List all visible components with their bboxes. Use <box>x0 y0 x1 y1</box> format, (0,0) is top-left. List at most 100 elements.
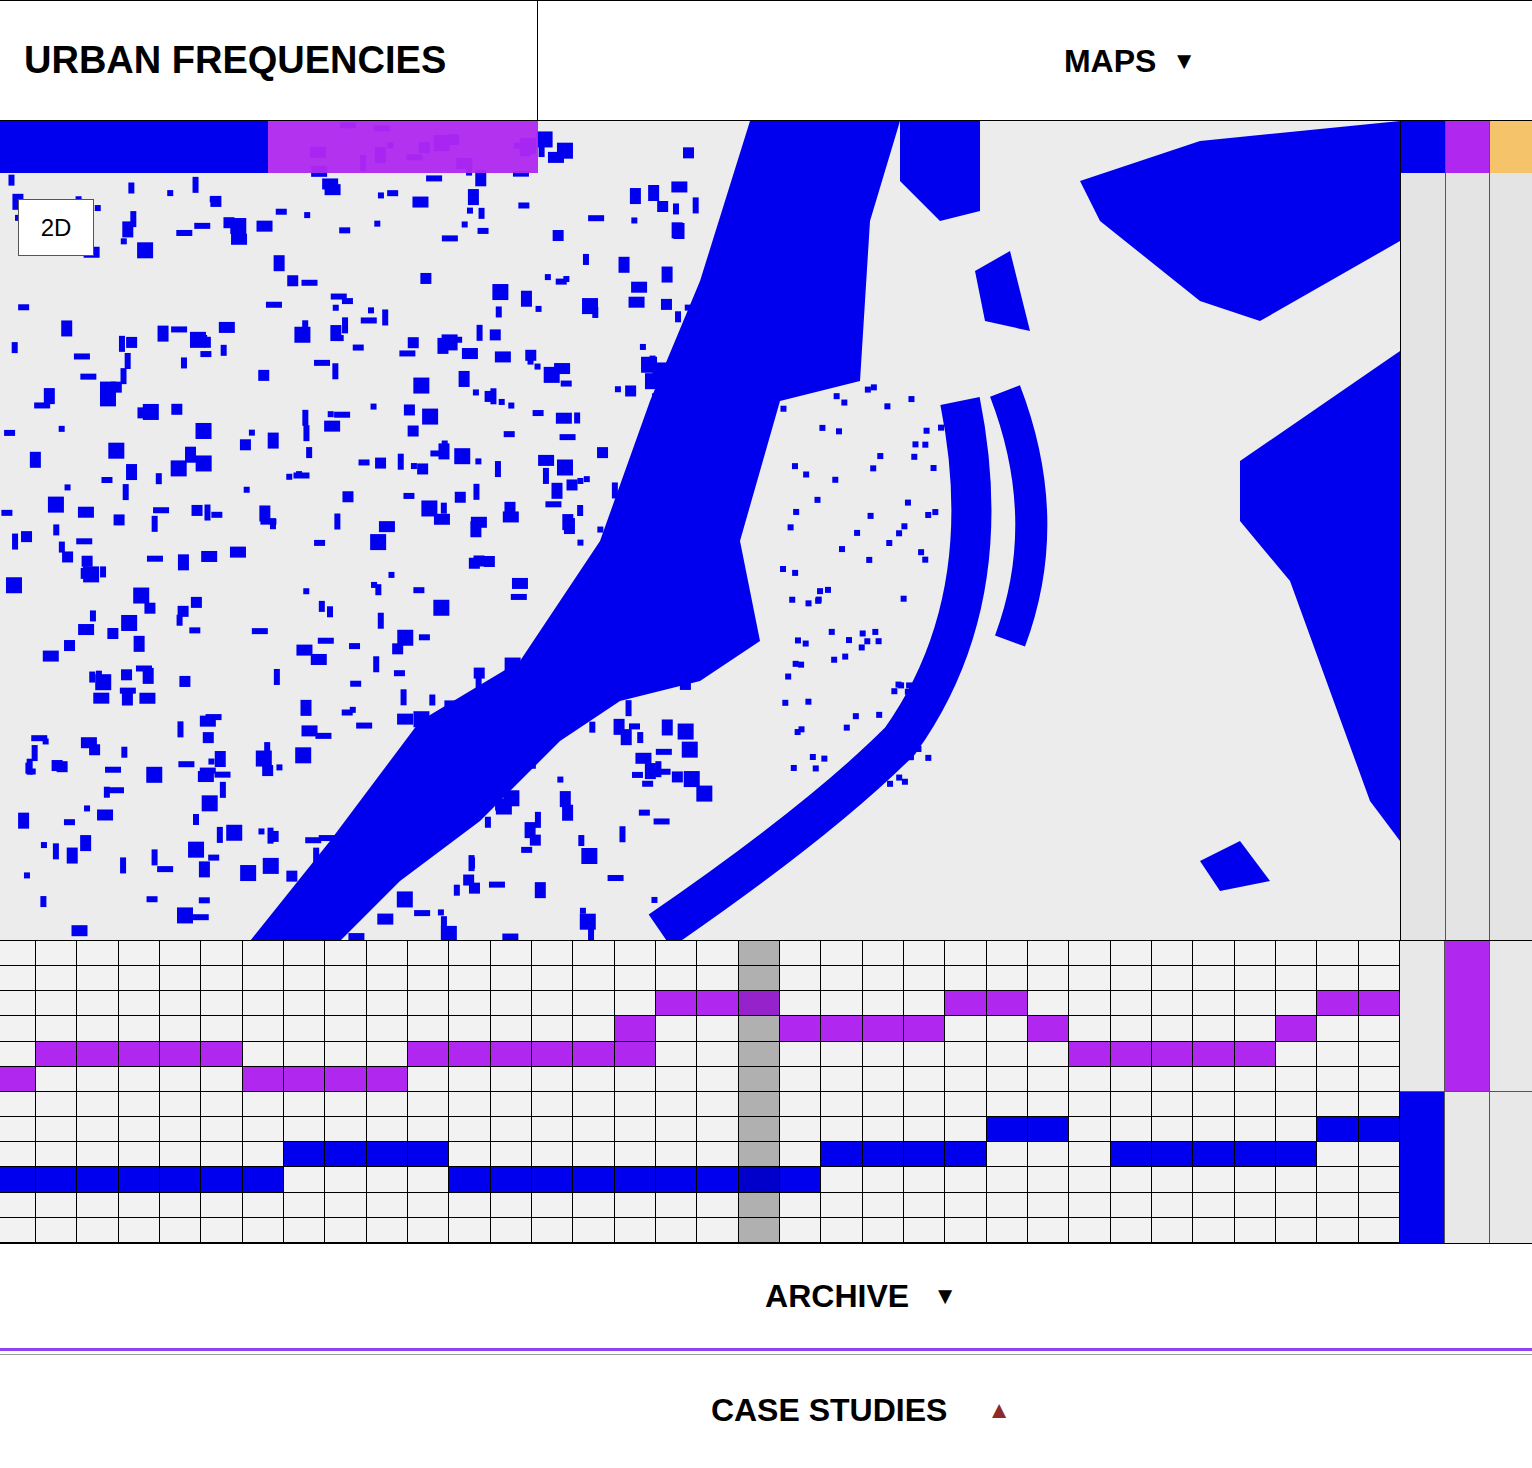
caret-down-icon[interactable]: ▼ <box>1172 43 1196 79</box>
step-cell[interactable] <box>408 966 449 991</box>
step-cell[interactable] <box>739 1218 780 1243</box>
step-cell[interactable] <box>367 991 408 1016</box>
step-cell[interactable] <box>1152 966 1193 991</box>
step-cell[interactable] <box>821 1218 862 1243</box>
step-cell[interactable] <box>987 1117 1028 1142</box>
assignment-cell[interactable] <box>1490 966 1532 991</box>
step-cell[interactable] <box>0 991 36 1016</box>
step-cell[interactable] <box>615 1167 656 1192</box>
step-cell[interactable] <box>1276 1016 1317 1041</box>
step-cell[interactable] <box>243 1117 284 1142</box>
step-cell[interactable] <box>863 1067 904 1092</box>
assignment-cell[interactable] <box>1490 1041 1532 1066</box>
step-cell[interactable] <box>1235 966 1276 991</box>
step-cell[interactable] <box>615 941 656 966</box>
step-cell[interactable] <box>77 991 118 1016</box>
step-cell[interactable] <box>243 991 284 1016</box>
step-cell[interactable] <box>1152 1067 1193 1092</box>
step-cell[interactable] <box>1276 1142 1317 1167</box>
step-cell[interactable] <box>1193 966 1234 991</box>
step-cell[interactable] <box>945 941 986 966</box>
step-cell[interactable] <box>1069 1142 1110 1167</box>
step-cell[interactable] <box>1111 1167 1152 1192</box>
step-cell[interactable] <box>780 1117 821 1142</box>
step-cell[interactable] <box>0 966 36 991</box>
step-cell[interactable] <box>449 1042 490 1067</box>
step-cell[interactable] <box>821 941 862 966</box>
step-cell[interactable] <box>201 966 242 991</box>
step-cell[interactable] <box>0 1142 36 1167</box>
step-cell[interactable] <box>1276 1092 1317 1117</box>
step-cell[interactable] <box>739 1193 780 1218</box>
step-cell[interactable] <box>1276 1193 1317 1218</box>
assignment-cell[interactable] <box>1400 1143 1444 1168</box>
step-cell[interactable] <box>697 1042 738 1067</box>
step-cell[interactable] <box>1111 1142 1152 1167</box>
site-title[interactable]: URBAN FREQUENCIES <box>0 1 538 120</box>
step-cell[interactable] <box>780 1092 821 1117</box>
assignment-cell[interactable] <box>1490 991 1532 1016</box>
step-cell[interactable] <box>1235 1042 1276 1067</box>
step-cell[interactable] <box>697 966 738 991</box>
step-cell[interactable] <box>77 1193 118 1218</box>
step-cell[interactable] <box>119 1042 160 1067</box>
step-cell[interactable] <box>449 1117 490 1142</box>
layer-tab[interactable] <box>268 121 538 173</box>
step-cell[interactable] <box>656 1042 697 1067</box>
step-cell[interactable] <box>201 991 242 1016</box>
step-cell[interactable] <box>284 1042 325 1067</box>
step-cell[interactable] <box>160 1016 201 1041</box>
step-cell[interactable] <box>408 1167 449 1192</box>
step-cell[interactable] <box>119 941 160 966</box>
step-cell[interactable] <box>821 966 862 991</box>
step-cell[interactable] <box>863 1042 904 1067</box>
step-cell[interactable] <box>780 1218 821 1243</box>
step-cell[interactable] <box>863 991 904 1016</box>
step-cell[interactable] <box>36 1117 77 1142</box>
step-cell[interactable] <box>0 1016 36 1041</box>
step-cell[interactable] <box>201 941 242 966</box>
step-cell[interactable] <box>1276 1042 1317 1067</box>
step-cell[interactable] <box>863 1117 904 1142</box>
step-cell[interactable] <box>367 1193 408 1218</box>
step-cell[interactable] <box>697 1193 738 1218</box>
step-cell[interactable] <box>945 1218 986 1243</box>
step-cell[interactable] <box>1069 1193 1110 1218</box>
step-cell[interactable] <box>573 1193 614 1218</box>
step-cell[interactable] <box>987 966 1028 991</box>
step-cell[interactable] <box>119 1117 160 1142</box>
step-cell[interactable] <box>573 1218 614 1243</box>
case-studies-section[interactable]: CASE STUDIES▲ <box>0 1355 1532 1465</box>
step-cell[interactable] <box>491 1167 532 1192</box>
step-cell[interactable] <box>904 1167 945 1192</box>
step-cell[interactable] <box>656 1142 697 1167</box>
step-cell[interactable] <box>1359 1067 1400 1092</box>
step-cell[interactable] <box>1235 1067 1276 1092</box>
step-cell[interactable] <box>1317 1092 1358 1117</box>
channel-column[interactable] <box>1490 121 1532 940</box>
step-cell[interactable] <box>1317 1117 1358 1142</box>
step-cell[interactable] <box>367 1117 408 1142</box>
step-cell[interactable] <box>1028 1067 1069 1092</box>
step-cell[interactable] <box>987 1016 1028 1041</box>
step-cell[interactable] <box>739 966 780 991</box>
step-cell[interactable] <box>697 991 738 1016</box>
step-cell[interactable] <box>987 1067 1028 1092</box>
step-cell[interactable] <box>615 991 656 1016</box>
step-cell[interactable] <box>987 991 1028 1016</box>
step-cell[interactable] <box>1359 1117 1400 1142</box>
step-cell[interactable] <box>325 991 366 1016</box>
step-cell[interactable] <box>491 1193 532 1218</box>
step-cell[interactable] <box>77 1142 118 1167</box>
assignment-cell[interactable] <box>1400 1118 1444 1143</box>
step-cell[interactable] <box>780 941 821 966</box>
step-cell[interactable] <box>573 991 614 1016</box>
step-cell[interactable] <box>1152 1042 1193 1067</box>
step-cell[interactable] <box>77 1042 118 1067</box>
assignment-cell[interactable] <box>1445 1193 1489 1218</box>
step-cell[interactable] <box>656 1218 697 1243</box>
step-cell[interactable] <box>408 1016 449 1041</box>
step-cell[interactable] <box>201 1092 242 1117</box>
step-cell[interactable] <box>367 1042 408 1067</box>
assignment-cell[interactable] <box>1490 1168 1532 1193</box>
